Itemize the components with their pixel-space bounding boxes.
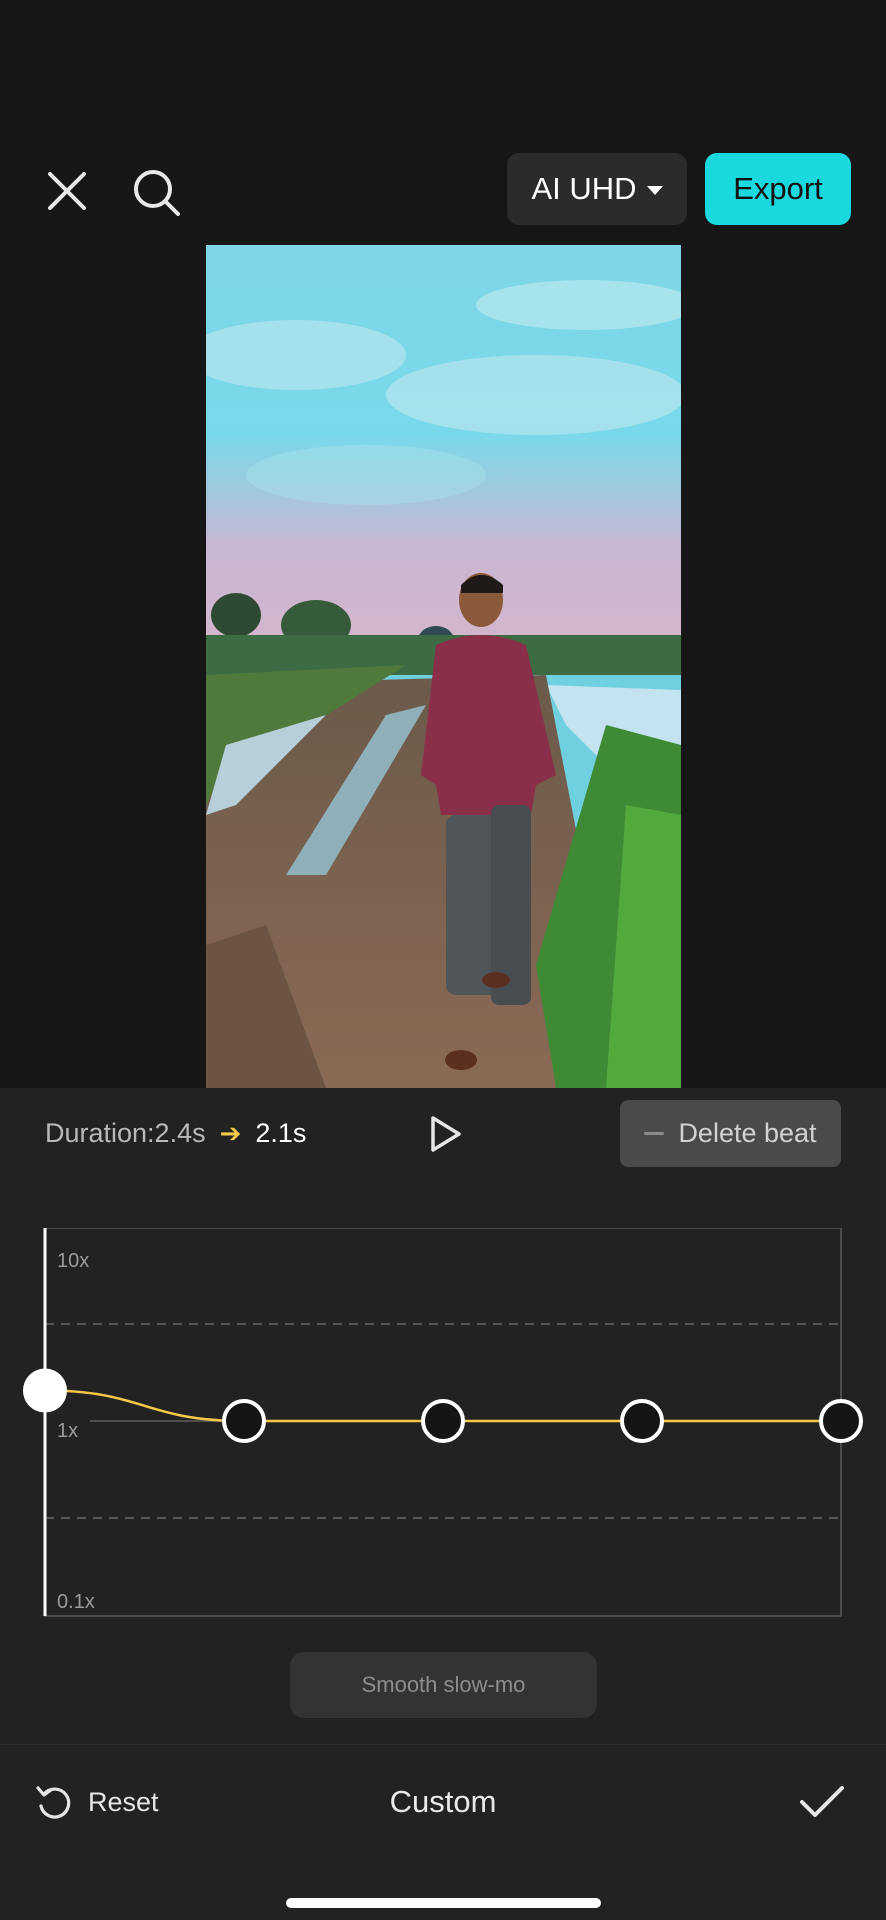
beat-point[interactable] xyxy=(819,1399,863,1443)
delete-beat-button[interactable]: Delete beat xyxy=(620,1100,841,1167)
video-preview[interactable] xyxy=(206,245,681,1088)
beat-point[interactable] xyxy=(620,1399,664,1443)
beat-point-selected[interactable] xyxy=(23,1368,67,1413)
duration-row: Duration:2.4s ➔ 2.1s Delete beat xyxy=(0,1088,886,1180)
speed-editor-screen: AI UHD Export Duration:2.4s ➔ 2.1s Delet… xyxy=(0,0,886,1920)
axis-label-0.1x: 0.1x xyxy=(57,1591,95,1613)
play-button[interactable] xyxy=(424,1112,468,1156)
delete-beat-label: Delete beat xyxy=(678,1118,817,1148)
speed-curve-canvas[interactable] xyxy=(0,1228,886,1628)
axis-label-1x: 1x xyxy=(57,1420,79,1442)
checkmark-icon xyxy=(800,1786,844,1817)
close-icon xyxy=(48,172,86,210)
duration-info: Duration:2.4s ➔ 2.1s xyxy=(45,1118,306,1149)
close-button[interactable] xyxy=(40,164,94,218)
footer-bar: Reset Custom xyxy=(0,1748,886,1848)
search-button[interactable] xyxy=(128,164,186,222)
top-bar: AI UHD Export xyxy=(0,150,886,230)
confirm-button[interactable] xyxy=(798,1778,846,1826)
beat-point[interactable] xyxy=(222,1399,266,1443)
arrow-right-icon: ➔ xyxy=(219,1118,242,1148)
export-label: Export xyxy=(733,171,823,206)
duration-original: Duration:2.4s xyxy=(45,1118,206,1148)
beat-point[interactable] xyxy=(421,1399,465,1443)
divider xyxy=(0,1744,886,1745)
panel-title: Custom xyxy=(389,1784,497,1819)
smooth-slow-mo-label: Smooth slow-mo xyxy=(361,1672,526,1697)
chevron-down-icon xyxy=(646,186,663,195)
video-frame-image xyxy=(206,245,681,1088)
quality-dropdown[interactable]: AI UHD xyxy=(507,153,687,225)
speed-panel: Duration:2.4s ➔ 2.1s Delete beat 10x 1x … xyxy=(0,1088,886,1920)
play-icon xyxy=(431,1116,461,1152)
duration-new: 2.1s xyxy=(255,1118,307,1148)
speed-curve-graph[interactable]: 10x 1x 0.1x xyxy=(0,1228,886,1628)
minus-icon xyxy=(644,1132,665,1135)
smooth-slow-mo-button[interactable]: Smooth slow-mo xyxy=(290,1652,597,1718)
home-indicator xyxy=(286,1898,601,1908)
axis-label-10x: 10x xyxy=(57,1250,90,1272)
quality-label: AI UHD xyxy=(531,171,637,206)
export-button[interactable]: Export xyxy=(705,153,851,225)
search-icon xyxy=(134,170,180,216)
